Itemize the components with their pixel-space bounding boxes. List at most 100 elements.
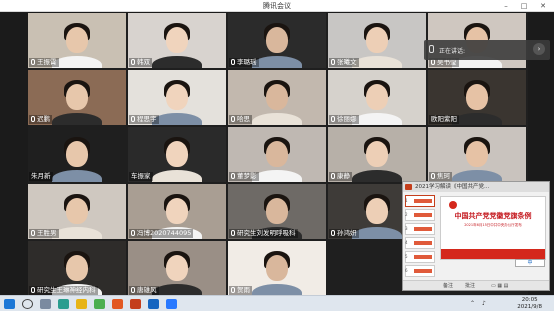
participant-name: 迟鹏 bbox=[29, 115, 52, 124]
volume-icon[interactable]: ♪ bbox=[482, 300, 486, 307]
maximize-button[interactable]: □ bbox=[518, 0, 530, 12]
ime-indicator[interactable]: 中 bbox=[515, 259, 545, 267]
participant-name: 焦珂 bbox=[429, 172, 452, 181]
slide-thumbnail[interactable]: 5 bbox=[405, 251, 435, 263]
chevron-icon[interactable]: › bbox=[533, 43, 545, 55]
participant-name-text: 研究生王琳神经内科 bbox=[37, 286, 96, 294]
clock-date: 2021/9/8 bbox=[517, 304, 542, 310]
mic-icon bbox=[231, 59, 235, 65]
participant-tile[interactable]: 李璐瑶 bbox=[228, 13, 326, 68]
search-icon[interactable] bbox=[22, 299, 33, 309]
clock[interactable]: 20:05 2021/9/8 bbox=[517, 297, 542, 311]
participant-tile[interactable]: 程思宇 bbox=[128, 70, 226, 125]
participant-name: 张曦文 bbox=[329, 58, 359, 67]
participant-name-text: 王胜男 bbox=[37, 229, 57, 237]
participant-tile[interactable]: 康静 bbox=[328, 127, 426, 182]
slide-number: 3 bbox=[405, 226, 408, 231]
windows-taskbar: ⌃ ♪ 20:05 2021/9/8 bbox=[0, 295, 554, 311]
title-bar: 腾讯会议 – □ ✕ bbox=[0, 0, 554, 12]
mic-icon bbox=[131, 116, 135, 122]
participant-body bbox=[52, 170, 102, 182]
participant-name: 研究生王琳神经内科 bbox=[29, 286, 98, 295]
participant-face bbox=[166, 84, 188, 110]
slide-thumbnail[interactable]: 2 bbox=[405, 209, 435, 221]
mic-icon bbox=[431, 173, 435, 179]
participant-name-text: 康静 bbox=[337, 172, 350, 180]
participant-face bbox=[66, 141, 88, 167]
close-button[interactable]: ✕ bbox=[537, 0, 549, 12]
participant-tile[interactable]: 哈思 bbox=[228, 70, 326, 125]
participant-face bbox=[366, 198, 388, 224]
participant-name: 研究生刘发明呼吸科 bbox=[229, 229, 298, 238]
slide-thumbnail[interactable]: 6 bbox=[405, 265, 435, 277]
participant-tile[interactable]: 欧阳紫阳 bbox=[428, 70, 526, 125]
participant-tile[interactable]: 张曦文 bbox=[328, 13, 426, 68]
participant-tile[interactable]: 董梦影 bbox=[228, 127, 326, 182]
participant-name: 董梦影 bbox=[229, 172, 259, 181]
participant-tile[interactable]: 车振家 bbox=[128, 127, 226, 182]
word-icon[interactable] bbox=[148, 299, 159, 309]
slide-thumbnail[interactable]: 3 bbox=[405, 223, 435, 235]
participant-name-text: 欧阳紫阳 bbox=[431, 115, 457, 123]
view-buttons-icon[interactable]: ▭ ▦ ▤ bbox=[491, 281, 508, 291]
network-icon[interactable]: ⌃ bbox=[470, 300, 475, 307]
edge-browser-icon[interactable] bbox=[58, 299, 69, 309]
participant-name-text: 朱月新 bbox=[31, 172, 51, 180]
participant-face bbox=[166, 141, 188, 167]
participant-tile[interactable]: 徐丽娜 bbox=[328, 70, 426, 125]
mic-icon bbox=[331, 230, 335, 236]
participant-name: 王胜男 bbox=[29, 229, 59, 238]
powerpoint-icon[interactable] bbox=[130, 299, 141, 309]
slide-thumbnail[interactable]: 1 bbox=[405, 195, 435, 207]
task-view-icon[interactable] bbox=[40, 299, 51, 309]
participant-tile[interactable]: 迟鹏 bbox=[28, 70, 126, 125]
slide-thumbnail-preview bbox=[414, 241, 432, 245]
participant-name-text: 孙鸿妍 bbox=[337, 229, 357, 237]
participant-tile[interactable]: 研究生王琳神经内科 bbox=[28, 241, 126, 296]
app-icon[interactable] bbox=[112, 299, 123, 309]
participant-tile[interactable]: 王振霄 bbox=[28, 13, 126, 68]
participant-tile[interactable]: 焦珂 bbox=[428, 127, 526, 182]
participant-name-text: 唐雄风 bbox=[137, 286, 157, 294]
powerpoint-window[interactable]: 2021学习解读《中国共产党... 1 2 3 4 5 6 中国共产党党徽党旗条例 202… bbox=[402, 181, 550, 291]
slide-thumbnail-preview bbox=[414, 227, 432, 231]
participant-face bbox=[366, 27, 388, 53]
participant-tile[interactable]: 研究生刘发明呼吸科 bbox=[228, 184, 326, 239]
participant-body bbox=[352, 113, 402, 125]
comments-button[interactable]: 批注 bbox=[465, 281, 475, 291]
slide-title: 中国共产党党徽党旗条例 bbox=[454, 212, 532, 220]
participant-name-text: 徐丽娜 bbox=[337, 115, 357, 123]
participant-tile[interactable]: 贺雨 bbox=[228, 241, 326, 296]
participant-name-text: 哈思 bbox=[237, 115, 250, 123]
tencent-meeting-icon[interactable] bbox=[166, 299, 177, 309]
windows-start-icon[interactable] bbox=[4, 299, 15, 309]
mic-icon bbox=[231, 287, 235, 293]
participant-body bbox=[252, 170, 302, 182]
participant-name: 李璐瑶 bbox=[229, 58, 259, 67]
participant-name-text: 程思宇 bbox=[137, 115, 157, 123]
participant-name: 徐丽娜 bbox=[329, 115, 359, 124]
participant-tile[interactable]: 朱月新 bbox=[28, 127, 126, 182]
participant-name-text: 贺雨 bbox=[237, 286, 250, 294]
participant-face bbox=[166, 198, 188, 224]
participant-tile[interactable]: 唐雄风 bbox=[128, 241, 226, 296]
participant-name-text: 焦珂 bbox=[437, 172, 450, 180]
speaking-indicator: 正在讲话: › bbox=[424, 40, 550, 60]
participant-tile[interactable]: 王胜男 bbox=[28, 184, 126, 239]
participant-body bbox=[252, 113, 302, 125]
slide-thumbnail[interactable]: 4 bbox=[405, 237, 435, 249]
minimize-button[interactable]: – bbox=[500, 0, 512, 12]
file-explorer-icon[interactable] bbox=[76, 299, 87, 309]
participant-body bbox=[152, 170, 202, 182]
wechat-icon[interactable] bbox=[94, 299, 105, 309]
participant-body bbox=[52, 113, 102, 125]
participant-name-text: 韩双 bbox=[137, 58, 150, 66]
participant-face bbox=[66, 255, 88, 281]
notes-button[interactable]: 备注 bbox=[443, 281, 453, 291]
slide-number: 1 bbox=[405, 198, 408, 203]
participant-tile[interactable]: 韩双 bbox=[128, 13, 226, 68]
speaking-label: 正在讲话: bbox=[439, 48, 466, 55]
current-slide[interactable]: 中国共产党党徽党旗条例 2021年6月15日中共中央办公厅发布 bbox=[440, 196, 546, 260]
participant-face bbox=[266, 84, 288, 110]
participant-tile[interactable]: 冯博2020744095 bbox=[128, 184, 226, 239]
